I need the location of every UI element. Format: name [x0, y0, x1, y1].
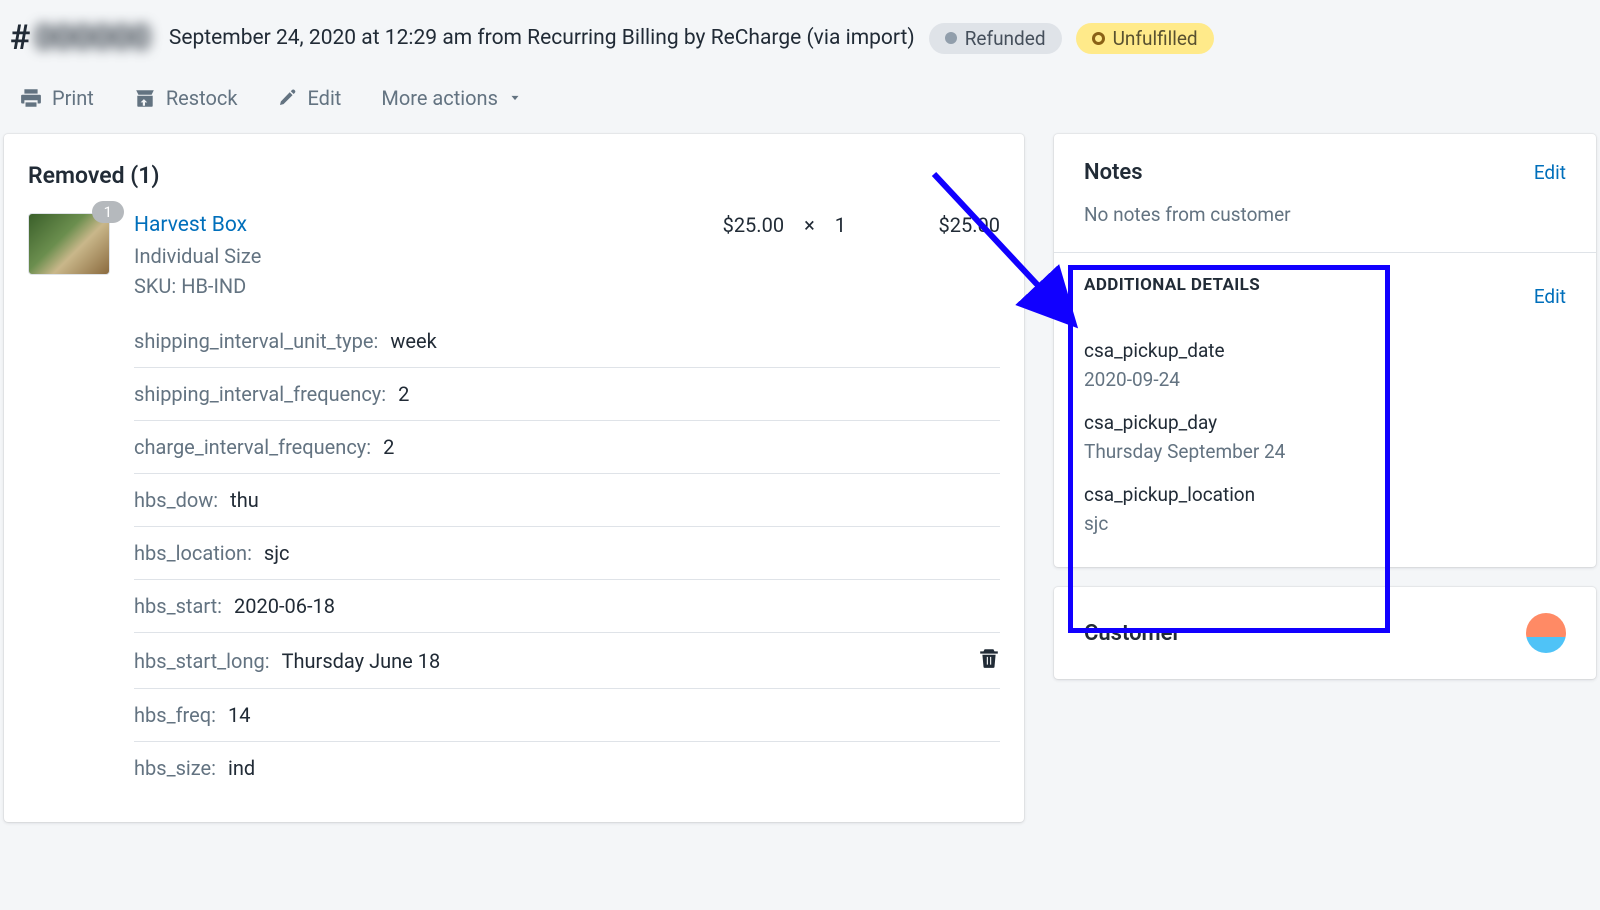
prop-val: sjc	[264, 541, 290, 565]
additional-edit-link[interactable]: Edit	[1534, 285, 1566, 308]
prop-key: hbs_dow:	[134, 488, 218, 512]
line-item: 1 Harvest Box Individual Size SKU: HB-IN…	[28, 213, 1000, 301]
print-button[interactable]: Print	[20, 86, 94, 110]
status-badge-refunded: Refunded	[929, 23, 1062, 54]
prop-row: hbs_location: sjc	[134, 526, 1000, 579]
product-thumbnail[interactable]	[28, 213, 110, 275]
customer-header: Customer	[1084, 613, 1566, 653]
toolbar: Print Restock Edit More actions	[10, 58, 1590, 134]
notes-additional-card: Notes Edit No notes from customer ADDITI…	[1054, 134, 1596, 567]
order-number-blurred: 000000	[30, 18, 155, 58]
print-label: Print	[52, 86, 94, 110]
prop-row: hbs_dow: thu	[134, 473, 1000, 526]
additional-val: 2020-09-24	[1084, 368, 1566, 391]
prop-val: Thursday June 18	[282, 649, 441, 673]
prop-row: shipping_interval_unit_type: week	[134, 315, 1000, 367]
print-icon	[20, 87, 42, 109]
notes-title: Notes	[1084, 160, 1143, 185]
qty-badge: 1	[92, 201, 124, 223]
ring-icon	[1092, 32, 1105, 45]
prop-row: hbs_size: ind	[134, 741, 1000, 794]
product-link[interactable]: Harvest Box	[134, 213, 247, 237]
prop-val: 14	[228, 703, 250, 727]
prop-val: week	[390, 329, 436, 353]
avatar[interactable]	[1526, 613, 1566, 653]
more-actions-label: More actions	[381, 86, 498, 110]
order-subtitle: September 24, 2020 at 12:29 am from Recu…	[169, 26, 915, 50]
additional-details-section: ADDITIONAL DETAILS Edit csa_pickup_date …	[1054, 252, 1596, 567]
chevron-down-icon	[508, 91, 522, 105]
edit-button[interactable]: Edit	[277, 86, 341, 110]
prop-row: charge_interval_frequency: 2	[134, 420, 1000, 473]
additional-header: ADDITIONAL DETAILS Edit	[1084, 275, 1566, 317]
badge-refunded-label: Refunded	[965, 27, 1046, 50]
notes-header: Notes Edit	[1084, 160, 1566, 185]
prop-row: shipping_interval_frequency: 2	[134, 367, 1000, 420]
prop-key: hbs_freq:	[134, 703, 216, 727]
additional-key: csa_pickup_location	[1084, 483, 1566, 506]
product-variant: Individual Size	[134, 241, 699, 271]
prop-val: 2	[383, 435, 394, 459]
item-total: $25.00	[870, 213, 1000, 237]
restock-icon	[134, 87, 156, 109]
prop-key: hbs_size:	[134, 756, 216, 780]
item-price-row: $25.00 × 1	[723, 213, 846, 237]
main-column: Removed (1) 1 Harvest Box Individual Siz…	[4, 134, 1024, 822]
side-column: Notes Edit No notes from customer ADDITI…	[1054, 134, 1596, 822]
order-hash: #	[10, 18, 30, 58]
prop-key: shipping_interval_unit_type:	[134, 329, 378, 353]
more-actions-button[interactable]: More actions	[381, 86, 522, 110]
prop-val: thu	[230, 488, 259, 512]
item-qty: 1	[835, 213, 846, 237]
prop-row: hbs_freq: 14	[134, 688, 1000, 741]
status-badge-unfulfilled: Unfulfilled	[1076, 23, 1214, 54]
item-price: $25.00	[723, 213, 784, 237]
dot-icon	[945, 32, 957, 44]
edit-label: Edit	[307, 86, 341, 110]
additional-item: csa_pickup_day Thursday September 24	[1084, 411, 1566, 463]
thumb-wrap: 1	[28, 213, 110, 275]
title-row: #000000 September 24, 2020 at 12:29 am f…	[10, 18, 1590, 58]
prop-row: hbs_start_long: Thursday June 18	[134, 632, 1000, 688]
prop-val: 2020-06-18	[234, 594, 335, 618]
line-item-properties: shipping_interval_unit_type: week shippi…	[134, 315, 1000, 794]
notes-body: No notes from customer	[1084, 203, 1566, 226]
times-symbol: ×	[804, 213, 815, 237]
pencil-icon	[277, 88, 297, 108]
customer-card: Customer	[1054, 587, 1596, 679]
additional-val: sjc	[1084, 512, 1566, 535]
product-sku: SKU: HB-IND	[134, 271, 699, 301]
prop-key: hbs_location:	[134, 541, 252, 565]
notes-edit-link[interactable]: Edit	[1534, 161, 1566, 184]
prop-key: charge_interval_frequency:	[134, 435, 371, 459]
delete-icon[interactable]	[978, 647, 1000, 674]
prop-key: shipping_interval_frequency:	[134, 382, 386, 406]
additional-key: csa_pickup_date	[1084, 339, 1566, 362]
removed-card: Removed (1) 1 Harvest Box Individual Siz…	[4, 134, 1024, 822]
customer-title: Customer	[1084, 621, 1180, 646]
item-info: Harvest Box Individual Size SKU: HB-IND	[134, 213, 699, 301]
restock-button[interactable]: Restock	[134, 86, 238, 110]
additional-title: ADDITIONAL DETAILS	[1084, 275, 1260, 295]
notes-section: Notes Edit No notes from customer	[1054, 134, 1596, 252]
order-number: #000000	[10, 18, 155, 58]
badge-unfulfilled-label: Unfulfilled	[1113, 27, 1198, 50]
prop-key: hbs_start_long:	[134, 649, 270, 673]
additional-item: csa_pickup_date 2020-09-24	[1084, 339, 1566, 391]
restock-label: Restock	[166, 86, 238, 110]
additional-item: csa_pickup_location sjc	[1084, 483, 1566, 535]
layout: Removed (1) 1 Harvest Box Individual Siz…	[0, 134, 1600, 822]
removed-title: Removed (1)	[28, 162, 1000, 189]
additional-val: Thursday September 24	[1084, 440, 1566, 463]
prop-val: ind	[228, 756, 255, 780]
prop-key: hbs_start:	[134, 594, 222, 618]
prop-row: hbs_start: 2020-06-18	[134, 579, 1000, 632]
page-header: #000000 September 24, 2020 at 12:29 am f…	[0, 0, 1600, 134]
prop-val: 2	[398, 382, 409, 406]
additional-key: csa_pickup_day	[1084, 411, 1566, 434]
